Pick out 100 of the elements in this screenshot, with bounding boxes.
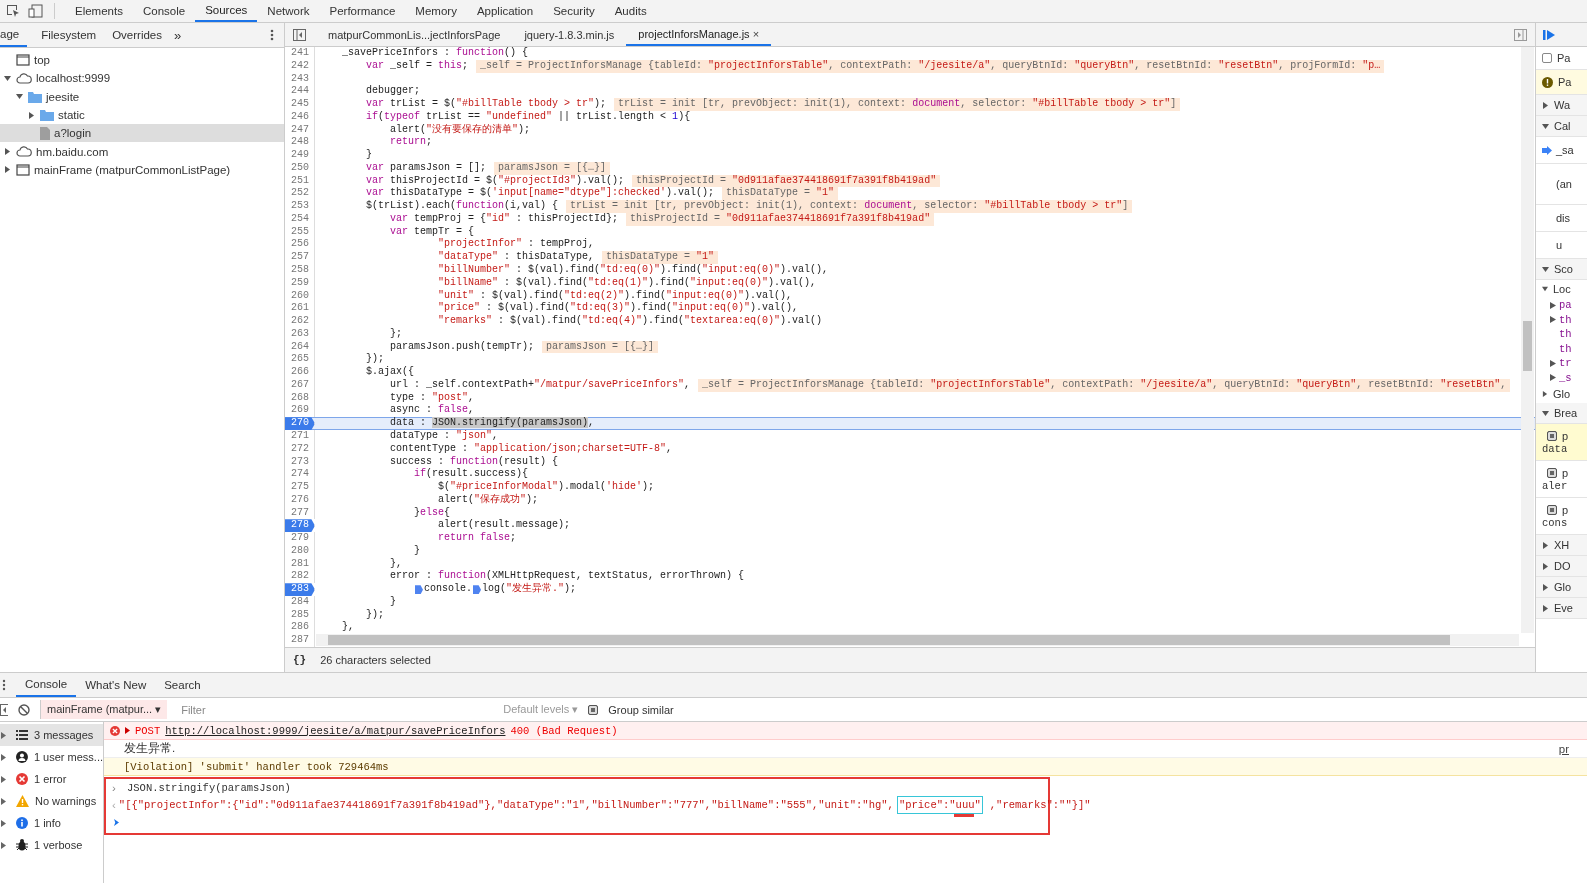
panel-tab[interactable]: Audits	[604, 0, 657, 22]
sidebar-toggle-icon[interactable]	[0, 703, 8, 716]
prompt-icon[interactable]	[114, 819, 119, 826]
line-number[interactable]: 273	[285, 455, 315, 469]
section-header[interactable]: XH	[1554, 539, 1570, 551]
line-number[interactable]: 255	[285, 225, 315, 239]
line-number[interactable]: 275	[285, 481, 315, 494]
message-filter-item[interactable]: No warnings	[35, 795, 97, 807]
expand-arrow-icon[interactable]	[1542, 604, 1549, 612]
expand-arrow-icon[interactable]	[1542, 391, 1548, 397]
line-number[interactable]: 262	[285, 315, 315, 328]
expand-arrow-icon[interactable]	[125, 727, 130, 734]
line-number[interactable]: 264	[285, 340, 315, 354]
line-number[interactable]: 250	[285, 161, 315, 175]
line-number[interactable]: 271	[285, 429, 315, 443]
section-header[interactable]: Cal	[1554, 120, 1571, 132]
scope-header[interactable]: Loc	[1553, 283, 1571, 295]
line-number[interactable]: 254	[285, 212, 315, 226]
line-number[interactable]: 285	[285, 608, 315, 622]
line-number[interactable]: 265	[285, 353, 315, 367]
drawer-tab[interactable]: What's New	[76, 673, 156, 697]
call-frame[interactable]: u	[1556, 239, 1563, 251]
checkbox[interactable]	[1547, 430, 1557, 441]
section-header[interactable]: DO	[1554, 560, 1571, 572]
panel-tab[interactable]: Memory	[405, 0, 467, 22]
navigator-tab[interactable]: Filesystem	[33, 23, 105, 47]
source-link[interactable]: pr	[1558, 742, 1569, 755]
line-number[interactable]: 252	[285, 187, 315, 201]
expand-arrow-icon[interactable]	[1542, 265, 1549, 273]
call-frame[interactable]: (an	[1556, 178, 1572, 190]
panel-tab[interactable]: Application	[466, 0, 544, 22]
line-number[interactable]: 247	[285, 123, 315, 137]
tree-item[interactable]: hm.baidu.com	[36, 145, 109, 158]
line-number[interactable]: 261	[285, 302, 315, 316]
expand-arrow-icon[interactable]	[1542, 409, 1549, 417]
menu-icon[interactable]	[2, 679, 6, 691]
line-number[interactable]: 251	[285, 174, 315, 188]
panel-tab[interactable]: Security	[543, 0, 605, 22]
line-number[interactable]: 282	[285, 570, 315, 584]
message-filter-item[interactable]: 1 error	[34, 773, 67, 785]
breakpoint-marker-icon[interactable]	[473, 585, 481, 595]
line-number[interactable]: 244	[285, 85, 315, 99]
device-icon[interactable]	[28, 4, 44, 18]
section-header[interactable]: Wa	[1554, 99, 1571, 111]
request-url-link[interactable]: http://localhost:9999/jeesite/a/matpur/savePriceInfors	[165, 724, 506, 737]
tree-item[interactable]: static	[58, 109, 85, 122]
checkbox[interactable]	[1542, 53, 1552, 63]
panel-tab[interactable]: Console	[132, 0, 196, 22]
pretty-print-button[interactable]: {}	[293, 654, 307, 666]
line-number[interactable]: 284	[285, 595, 315, 609]
inspect-icon[interactable]	[6, 4, 20, 18]
expand-arrow-icon[interactable]	[1542, 286, 1548, 292]
line-number[interactable]: 276	[285, 493, 315, 507]
call-frame[interactable]: _sa	[1556, 144, 1574, 156]
expand-arrow-icon[interactable]	[1542, 101, 1549, 109]
line-number[interactable]: 270	[285, 417, 315, 430]
line-number[interactable]: 260	[285, 289, 315, 303]
line-number[interactable]: 253	[285, 200, 315, 213]
menu-icon[interactable]	[270, 29, 274, 41]
horizontal-scrollbar[interactable]	[316, 634, 1519, 646]
panel-tab[interactable]: Network	[257, 0, 320, 22]
drawer-tab[interactable]: Search	[155, 673, 210, 697]
line-number[interactable]: 287	[285, 634, 315, 647]
sidebar-toggle-icon[interactable]	[1514, 28, 1527, 41]
expand-arrow-icon[interactable]	[28, 111, 35, 119]
checkbox[interactable]	[588, 704, 599, 715]
checkbox[interactable]	[1547, 467, 1557, 478]
expand-arrow-icon[interactable]	[1, 797, 6, 805]
expand-arrow-icon[interactable]	[16, 93, 23, 101]
call-frame[interactable]: dis	[1556, 212, 1571, 224]
tree-item[interactable]: mainFrame (matpurCommonListPage)	[34, 163, 231, 176]
expand-arrow-icon[interactable]	[1, 841, 6, 849]
line-number[interactable]: 283	[285, 583, 315, 596]
navigator-tab[interactable]: Overrides	[104, 23, 170, 47]
file-tab[interactable]: matpurCommonLis...jectInforsPage	[316, 23, 513, 46]
expand-arrow-icon[interactable]	[1542, 541, 1549, 549]
line-number[interactable]: 268	[285, 391, 315, 405]
line-number[interactable]: 279	[285, 532, 315, 545]
line-number[interactable]: 272	[285, 442, 315, 456]
line-number[interactable]: 245	[285, 98, 315, 111]
line-number[interactable]: 257	[285, 251, 315, 264]
panel-tab[interactable]: Elements	[65, 0, 133, 22]
expand-arrow-icon[interactable]	[4, 166, 11, 174]
line-number[interactable]: 248	[285, 136, 315, 150]
sidebar-toggle-icon[interactable]	[293, 28, 306, 41]
breakpoint-marker-icon[interactable]	[415, 585, 423, 595]
line-number[interactable]: 278	[285, 519, 315, 533]
expand-arrow-icon[interactable]	[1, 731, 6, 739]
message-filter-item[interactable]: 1 user mess...	[33, 751, 103, 763]
line-number[interactable]: 241	[285, 47, 315, 60]
line-number[interactable]: 249	[285, 149, 315, 162]
expand-arrow-icon[interactable]	[1542, 122, 1549, 130]
more-tabs-button[interactable]: »	[170, 27, 186, 43]
line-number[interactable]: 259	[285, 276, 315, 290]
tree-item[interactable]: top	[34, 54, 50, 67]
resume-icon[interactable]	[1542, 28, 1556, 41]
message-filter-item[interactable]: 1 info	[34, 817, 61, 829]
scope-header[interactable]: Glo	[1553, 388, 1571, 400]
message-filter-item[interactable]: 1 verbose	[34, 839, 83, 851]
expand-arrow-icon[interactable]	[4, 148, 11, 156]
